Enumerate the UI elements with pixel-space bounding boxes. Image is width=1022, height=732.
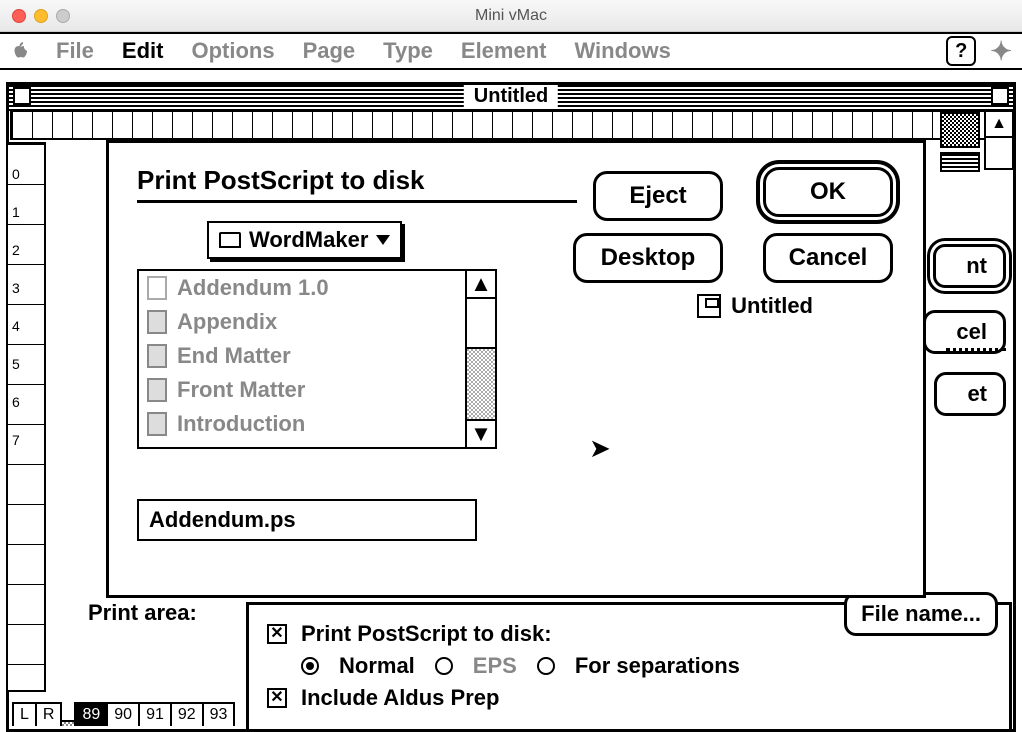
print-area-label: Print area: [88, 600, 197, 626]
print-postscript-dialog: Print PostScript to disk WordMaker Adden… [106, 140, 926, 598]
menu-type[interactable]: Type [383, 38, 433, 64]
file-list-item[interactable]: Front Matter [139, 373, 463, 407]
page-tab[interactable]: 90 [106, 702, 140, 726]
document-icon [147, 378, 167, 402]
page-tab[interactable]: 93 [202, 702, 236, 726]
desktop-button[interactable]: Desktop [573, 233, 723, 283]
ruler-tick: 1 [8, 204, 44, 220]
file-name: Appendix [177, 309, 277, 335]
divider [946, 348, 1006, 351]
file-list-scrollbar[interactable]: ▲ ▼ [465, 271, 495, 447]
mode-normal-label: Normal [339, 653, 415, 679]
menu-windows[interactable]: Windows [574, 38, 670, 64]
scrollbar-thumb[interactable] [467, 299, 495, 349]
file-name: Addendum 1.0 [177, 275, 329, 301]
help-icon[interactable]: ? [946, 36, 976, 66]
page-tab[interactable]: 92 [170, 702, 204, 726]
include-aldus-prep-checkbox[interactable] [267, 688, 287, 708]
document-icon [147, 310, 167, 334]
file-list-item[interactable]: Introduction [139, 407, 463, 441]
host-window-title: Mini vMac [0, 7, 1022, 25]
filename-input[interactable]: Addendum.ps [137, 499, 477, 541]
file-name: Introduction [177, 411, 305, 437]
folder-popup-label: WordMaker [249, 227, 368, 253]
horizontal-ruler [10, 110, 1012, 140]
vertical-ruler: 0 1 2 3 4 5 6 7 [6, 142, 46, 692]
page-tab[interactable]: 91 [138, 702, 172, 726]
print-postscript-label: Print PostScript to disk: [301, 621, 552, 647]
page-tab-current[interactable]: 89 [74, 702, 108, 726]
mode-normal-radio[interactable] [301, 657, 319, 675]
page-tab[interactable]: L [12, 702, 37, 726]
ruler-tick: 7 [8, 432, 44, 448]
disk-name: Untitled [731, 293, 813, 319]
cursor-icon: ➤ [589, 433, 611, 464]
ok-button[interactable]: OK [763, 167, 893, 217]
disk-label: Untitled [697, 293, 813, 319]
document-icon [147, 412, 167, 436]
print-postscript-checkbox[interactable] [267, 624, 287, 644]
application-menu-icon[interactable]: ✦ [990, 36, 1012, 67]
eject-button[interactable]: Eject [593, 171, 723, 221]
file-name: End Matter [177, 343, 291, 369]
dialog-title: Print PostScript to disk [137, 165, 577, 203]
pattern-swatch [940, 112, 980, 148]
ruler-tick: 0 [8, 166, 44, 182]
folder-popup[interactable]: WordMaker [207, 221, 402, 259]
pattern-swatch [940, 152, 980, 172]
file-name: Front Matter [177, 377, 305, 403]
ruler-tick: 5 [8, 356, 44, 372]
zoom-box[interactable] [991, 87, 1009, 105]
file-list-item[interactable]: Appendix [139, 305, 463, 339]
folder-icon [219, 232, 241, 248]
background-button-fragment: et [934, 372, 1006, 416]
ruler-tick: 6 [8, 394, 44, 410]
document-titlebar[interactable]: Untitled [9, 85, 1013, 111]
menu-edit[interactable]: Edit [122, 38, 164, 64]
document-icon [147, 276, 167, 300]
file-list-item[interactable]: End Matter [139, 339, 463, 373]
document-icon [147, 344, 167, 368]
scroll-down-arrow-icon[interactable]: ▼ [467, 419, 495, 447]
page-tabs: L R 89 90 91 92 93 [12, 702, 233, 726]
menu-page[interactable]: Page [303, 38, 356, 64]
menu-options[interactable]: Options [191, 38, 274, 64]
background-print-button-fragment: nt [933, 244, 1006, 288]
chevron-down-icon [376, 235, 390, 245]
mode-separations-radio[interactable] [537, 657, 555, 675]
page-tab[interactable]: R [35, 702, 63, 726]
file-list[interactable]: Addendum 1.0 Appendix End Matter Front M… [137, 269, 497, 449]
menubar: File Edit Options Page Type Element Wind… [0, 32, 1022, 70]
ruler-tick: 2 [8, 242, 44, 258]
ruler-tick: 4 [8, 318, 44, 334]
host-titlebar: Mini vMac [0, 0, 1022, 32]
scroll-up-arrow-icon[interactable]: ▲ [467, 271, 495, 299]
file-name-button[interactable]: File name... [844, 592, 998, 636]
apple-menu-icon[interactable] [10, 41, 30, 61]
scroll-up-arrow-icon[interactable]: ▲ [986, 112, 1012, 138]
file-list-item[interactable]: Addendum 1.0 [139, 271, 463, 305]
ruler-tick: 3 [8, 280, 44, 296]
scrollbar-track[interactable] [467, 299, 495, 419]
close-box[interactable] [13, 87, 31, 105]
cancel-button[interactable]: Cancel [763, 233, 893, 283]
mode-separations-label: For separations [575, 653, 740, 679]
mode-eps-radio[interactable] [435, 657, 453, 675]
mode-eps-label: EPS [473, 653, 517, 679]
floppy-disk-icon [697, 294, 721, 318]
menu-element[interactable]: Element [461, 38, 547, 64]
vertical-scrollbar[interactable]: ▲ [984, 110, 1014, 170]
menu-file[interactable]: File [56, 38, 94, 64]
document-title: Untitled [464, 85, 558, 108]
include-aldus-prep-label: Include Aldus Prep [301, 685, 499, 711]
